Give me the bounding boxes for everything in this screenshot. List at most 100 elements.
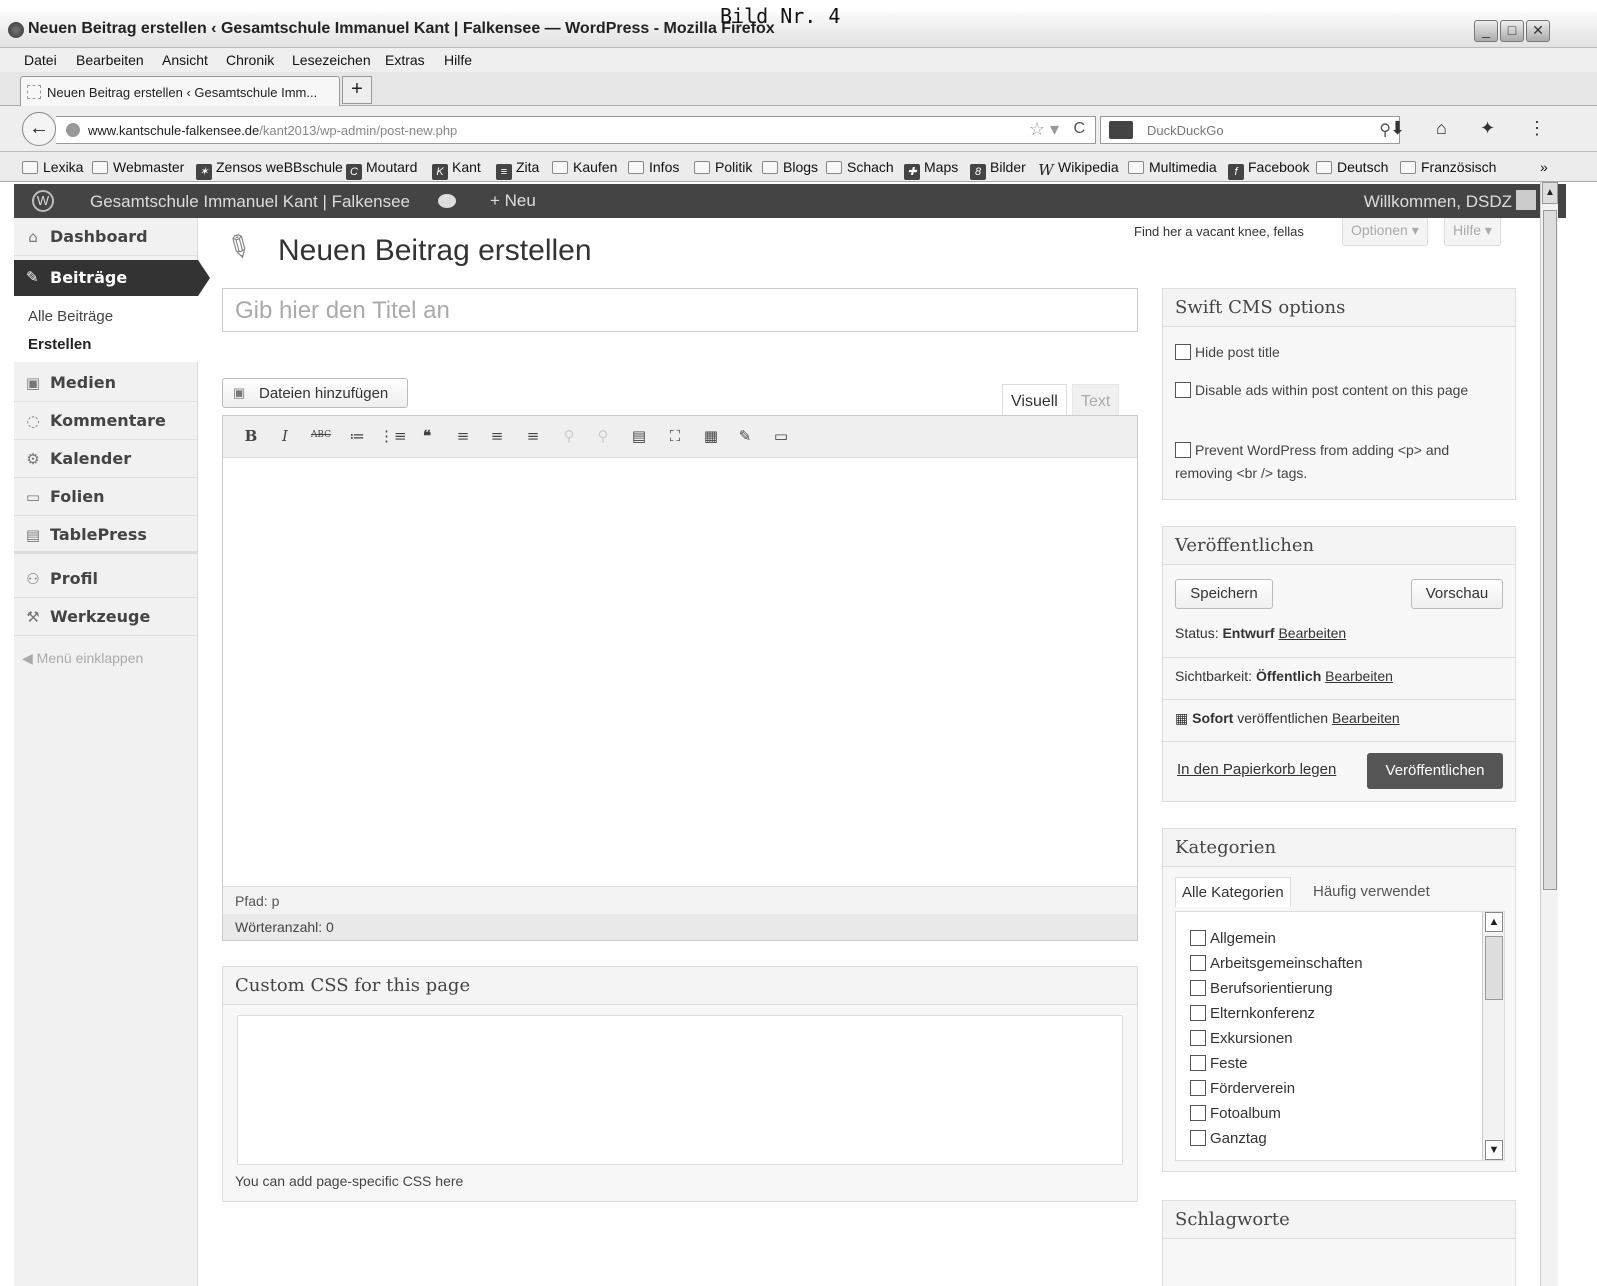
bookmark-zita[interactable]: ≡ Zita (496, 159, 539, 180)
categories-title[interactable]: Kategorien (1163, 829, 1515, 867)
list-item[interactable]: Elternkonferenz (1190, 1005, 1315, 1022)
home-icon[interactable]: ⌂ (1436, 118, 1447, 139)
sidebar-item-kommentare[interactable]: ◌ Kommentare (14, 402, 198, 440)
post-title-input[interactable]: Gib hier den Titel an (222, 288, 1138, 332)
help-button[interactable]: Hilfe ▾ (1444, 218, 1501, 246)
edit-schedule-link[interactable]: Bearbeiten (1332, 710, 1400, 726)
tab-all-categories[interactable]: Alle Kategorien (1175, 877, 1291, 907)
numbered-list-button[interactable]: ⋮≡ (379, 427, 407, 447)
bookmark-bilder[interactable]: 8 Bilder (970, 159, 1026, 180)
bookmark-kaufen[interactable]: Kaufen (552, 159, 617, 175)
category-checkbox[interactable] (1190, 1105, 1206, 1121)
category-checkbox[interactable] (1190, 955, 1206, 971)
bookmark-maps[interactable]: ✚ Maps (904, 159, 958, 180)
sidebar-item-dashboard[interactable]: ⌂ Dashboard (14, 218, 198, 256)
sidebar-item-medien[interactable]: ▣ Medien (14, 364, 198, 402)
menu-lesezeichen[interactable]: Lesezeichen (292, 52, 371, 68)
category-checkbox[interactable] (1190, 1055, 1206, 1071)
menu-icon[interactable]: ⋮ (1528, 118, 1546, 139)
sidebar-item-beitraege[interactable]: ✎ Beiträge (14, 260, 210, 296)
prevent-wpautop-option[interactable]: Prevent WordPress from adding <p> and re… (1175, 439, 1485, 485)
disable-ads-checkbox[interactable] (1175, 382, 1191, 398)
categories-scrollbar[interactable]: ▲ ▼ (1482, 912, 1504, 1160)
close-button[interactable]: ✕ (1526, 20, 1550, 42)
bookmark-moutard[interactable]: C Moutard (346, 159, 417, 180)
link-button[interactable]: ⚲ (557, 427, 581, 447)
bookmark-schach[interactable]: Schach (826, 159, 894, 175)
unlink-button[interactable]: ⚲ (591, 427, 615, 447)
bookmark-franzoesisch[interactable]: Französisch (1400, 159, 1496, 175)
submenu-new-post[interactable]: Erstellen (28, 336, 91, 353)
scroll-down-icon[interactable]: ▼ (1485, 1140, 1503, 1160)
fullscreen-button[interactable]: ⛶ (663, 427, 687, 447)
category-checkbox[interactable] (1190, 1080, 1206, 1096)
sidebar-item-folien[interactable]: ▭ Folien (14, 478, 198, 516)
browser-tab[interactable]: Neuen Beitrag erstellen ‹ Gesamtschule I… (20, 76, 340, 106)
category-checkbox[interactable] (1190, 980, 1206, 996)
align-left-button[interactable]: ≡ (451, 427, 475, 447)
new-content-link[interactable]: + Neu (490, 191, 536, 211)
scroll-thumb[interactable] (1485, 936, 1503, 1000)
menu-ansicht[interactable]: Ansicht (162, 52, 208, 68)
bookmarks-overflow-button[interactable]: » (1540, 159, 1548, 175)
custom-css-textarea[interactable] (237, 1015, 1123, 1165)
move-to-trash-link[interactable]: In den Papierkorb legen (1177, 761, 1336, 778)
category-checkbox[interactable] (1190, 1030, 1206, 1046)
blockquote-button[interactable]: ❝ (415, 427, 439, 447)
sidebar-item-tablepress[interactable]: ▤ TablePress (14, 516, 198, 554)
scroll-thumb[interactable] (1543, 210, 1557, 890)
swift-options-title[interactable]: Swift CMS options (1163, 289, 1515, 327)
hide-title-option[interactable]: Hide post title (1175, 341, 1485, 364)
back-button[interactable]: ← (22, 112, 56, 146)
table-insert-button[interactable]: ▭ (769, 427, 793, 447)
scroll-up-icon[interactable]: ▲ (1542, 182, 1558, 204)
menu-bearbeiten[interactable]: Bearbeiten (76, 52, 144, 68)
list-item[interactable]: Exkursionen (1190, 1030, 1293, 1047)
bold-button[interactable]: B (239, 427, 263, 447)
screen-options-button[interactable]: Optionen ▾ (1342, 218, 1428, 246)
search-bar[interactable]: DuckDuckGo ⚲ (1100, 116, 1400, 144)
align-center-button[interactable]: ≡ (485, 427, 509, 447)
list-item[interactable]: Allgemein (1190, 930, 1276, 947)
wordpress-logo-icon[interactable]: W (32, 190, 54, 212)
publish-button[interactable]: Veröffentlichen (1367, 753, 1503, 789)
bookmark-star-icon[interactable]: ☆ ▾ (1029, 119, 1059, 140)
collapse-menu-button[interactable]: ◀ Menü einklappen (22, 650, 143, 667)
avatar[interactable] (1516, 190, 1536, 210)
italic-button[interactable]: I (273, 427, 297, 447)
bullet-list-button[interactable]: ≔ (345, 427, 369, 447)
category-checkbox[interactable] (1190, 1005, 1206, 1021)
bookmark-facebook[interactable]: f Facebook (1228, 159, 1309, 180)
prevent-wpautop-checkbox[interactable] (1175, 442, 1191, 458)
kitchen-sink-button[interactable]: ▦ (699, 427, 723, 447)
category-checkbox[interactable] (1190, 1130, 1206, 1146)
welcome-user-link[interactable]: Willkommen, DSDZ (1364, 192, 1512, 212)
list-item[interactable]: Arbeitsgemeinschaften (1190, 955, 1363, 972)
list-item[interactable]: Ganztag (1190, 1130, 1267, 1147)
tab-popular-categories[interactable]: Häufig verwendet (1307, 877, 1436, 906)
addon-icon[interactable]: ✦ (1480, 118, 1495, 139)
bookmark-blogs[interactable]: Blogs (762, 159, 818, 175)
bookmark-deutsch[interactable]: Deutsch (1316, 159, 1388, 175)
strikethrough-button[interactable]: ABC (309, 430, 333, 450)
align-right-button[interactable]: ≡ (521, 427, 545, 447)
edit-visibility-link[interactable]: Bearbeiten (1325, 668, 1393, 684)
sidebar-item-profil[interactable]: ⚇ Profil (14, 560, 198, 598)
menu-extras[interactable]: Extras (385, 52, 425, 68)
list-item[interactable]: Berufsorientierung (1190, 980, 1333, 997)
sidebar-item-werkzeuge[interactable]: ⚒ Werkzeuge (14, 598, 198, 636)
list-item[interactable]: Fotoalbum (1190, 1105, 1281, 1122)
tab-text[interactable]: Text (1072, 384, 1120, 416)
site-name-link[interactable]: Gesamtschule Immanuel Kant | Falkensee (90, 192, 410, 212)
bookmark-webmaster[interactable]: Webmaster (92, 159, 184, 175)
add-media-button[interactable]: ▣ Dateien hinzufügen (222, 378, 408, 408)
hide-title-checkbox[interactable] (1175, 344, 1191, 360)
page-scrollbar[interactable]: ▲ (1540, 182, 1558, 1286)
new-tab-button[interactable]: + (342, 76, 372, 104)
menu-chronik[interactable]: Chronik (226, 52, 274, 68)
bookmark-kant[interactable]: K Kant (432, 159, 481, 180)
save-draft-button[interactable]: Speichern (1175, 579, 1273, 609)
bookmark-politik[interactable]: Politik (694, 159, 752, 175)
list-item[interactable]: Förderverein (1190, 1080, 1295, 1097)
comments-bubble-icon[interactable] (438, 194, 456, 208)
